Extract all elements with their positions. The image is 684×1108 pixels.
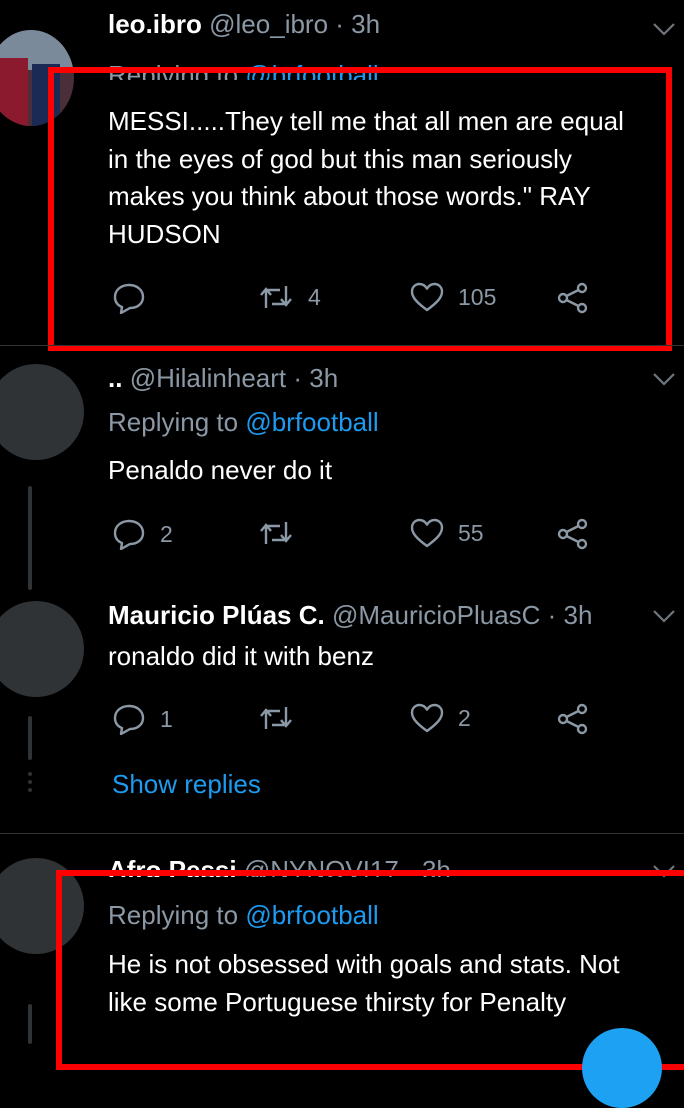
like-icon bbox=[410, 703, 444, 733]
share-icon bbox=[556, 518, 590, 550]
compose-fab[interactable] bbox=[582, 1028, 662, 1108]
timestamp[interactable]: · 3h bbox=[548, 600, 593, 630]
user-handle[interactable]: @leo_ibro bbox=[209, 9, 328, 39]
retweet-button[interactable] bbox=[258, 518, 294, 548]
reply-count: 2 bbox=[160, 520, 173, 547]
reply-icon bbox=[112, 518, 146, 550]
display-name[interactable]: leo.ibro bbox=[108, 9, 202, 39]
divider bbox=[0, 345, 684, 346]
display-name[interactable]: .. bbox=[108, 363, 122, 393]
like-button[interactable]: 55 bbox=[410, 518, 484, 548]
retweet-icon bbox=[258, 703, 294, 733]
timestamp[interactable]: · 3h bbox=[335, 9, 380, 39]
tweet-header: leo.ibro @leo_ibro · 3h bbox=[108, 9, 380, 40]
avatar[interactable] bbox=[0, 364, 84, 460]
chevron-down-icon[interactable] bbox=[652, 22, 676, 41]
thread-dots bbox=[28, 772, 32, 792]
chevron-down-icon[interactable] bbox=[652, 372, 676, 391]
tweet-text: ronaldo did it with benz bbox=[108, 638, 374, 676]
user-handle[interactable]: @MauricioPluasC bbox=[332, 600, 540, 630]
like-count: 55 bbox=[458, 519, 484, 546]
user-handle[interactable]: @Hilalinheart bbox=[130, 363, 286, 393]
text-line: Penaldo never do it bbox=[108, 455, 333, 485]
reply-button[interactable]: 1 bbox=[112, 703, 173, 735]
timestamp[interactable]: · 3h bbox=[293, 363, 338, 393]
avatar[interactable] bbox=[0, 601, 84, 697]
reply-icon bbox=[112, 703, 146, 735]
reply-button[interactable]: 2 bbox=[112, 518, 173, 550]
display-name[interactable]: Mauricio Plúas C. bbox=[108, 600, 325, 630]
replying-to: Replying to @brfootball bbox=[108, 407, 379, 438]
replying-prefix: Replying to bbox=[108, 407, 239, 437]
divider bbox=[0, 833, 684, 834]
replying-handle-link[interactable]: @brfootball bbox=[245, 407, 378, 437]
tweet-text: Penaldo never do it bbox=[108, 452, 332, 490]
thread-line bbox=[28, 486, 32, 590]
share-icon bbox=[556, 703, 590, 735]
like-button[interactable]: 2 bbox=[410, 703, 471, 733]
chevron-down-icon[interactable] bbox=[652, 609, 676, 628]
like-count: 2 bbox=[458, 704, 471, 731]
show-replies-link[interactable]: Show replies bbox=[112, 769, 261, 800]
retweet-icon bbox=[258, 518, 294, 548]
share-button[interactable] bbox=[556, 518, 590, 550]
share-button[interactable] bbox=[556, 703, 590, 735]
thread-line bbox=[28, 716, 32, 760]
retweet-button[interactable] bbox=[258, 703, 294, 733]
tweet-header: Mauricio Plúas C. @MauricioPluasC · 3h bbox=[108, 600, 592, 631]
tweet-header: .. @Hilalinheart · 3h bbox=[108, 363, 338, 394]
reply-count: 1 bbox=[160, 705, 173, 732]
thread-line bbox=[28, 1004, 32, 1044]
annotation-box bbox=[56, 870, 684, 1070]
text-line: ronaldo did it with benz bbox=[108, 641, 374, 671]
like-icon bbox=[410, 518, 444, 548]
annotation-box bbox=[48, 67, 672, 351]
